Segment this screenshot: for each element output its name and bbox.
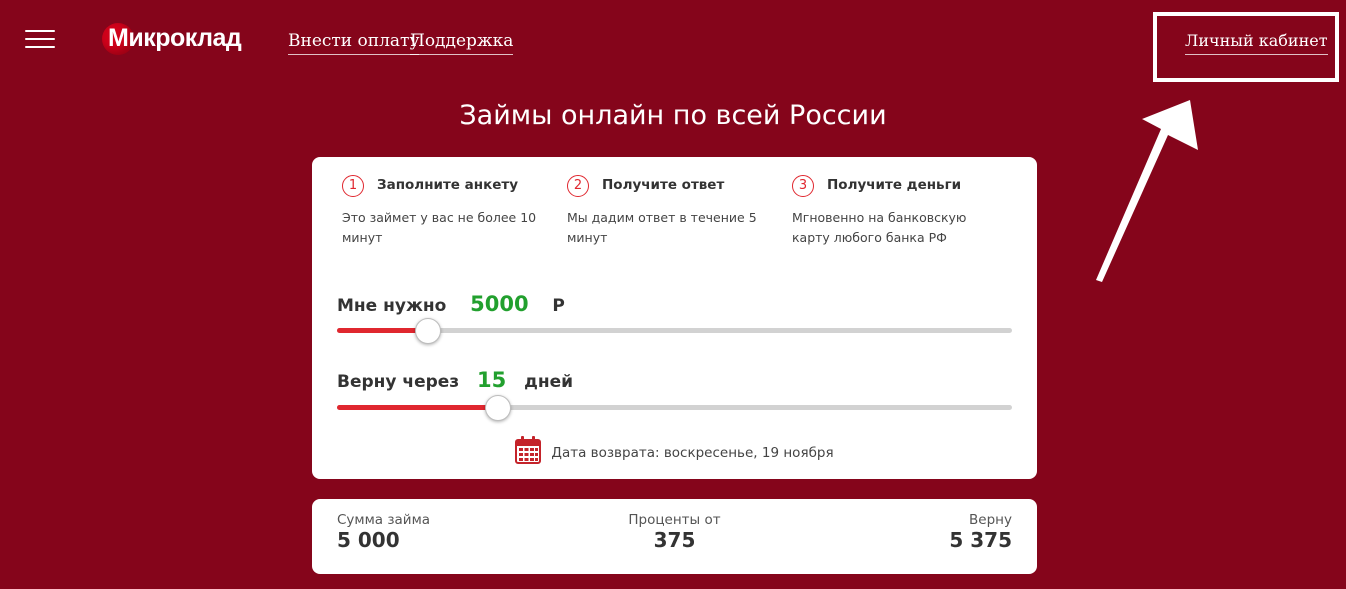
step-description: Мгновенно на банковскую карту любого бан… <box>792 210 967 245</box>
logo-text: Микроклад <box>108 24 242 52</box>
term-slider-handle[interactable] <box>484 395 511 421</box>
term-slider-fill <box>337 405 497 410</box>
amount-slider[interactable] <box>337 318 1012 344</box>
menu-icon[interactable] <box>25 30 55 48</box>
summary-return: Верну 5 375 <box>949 512 1012 552</box>
step-title: Заполните анкету <box>377 177 519 193</box>
summary-interest-value: 375 <box>653 528 696 552</box>
amount-currency: Р <box>552 296 565 316</box>
step-title: Получите деньги <box>827 177 962 193</box>
personal-cabinet-link[interactable]: Личный кабинет <box>1185 31 1328 55</box>
term-slider[interactable] <box>337 395 1012 421</box>
amount-label: Мне нужно 5000 Р <box>337 292 565 316</box>
page-title: Займы онлайн по всей России <box>459 100 887 131</box>
summary-interest: Проценты от 375 <box>312 512 1037 552</box>
summary-return-value: 5 375 <box>949 528 1012 552</box>
step-description: Мы дадим ответ в течение 5 минут <box>567 210 757 245</box>
loan-summary-card: Сумма займа 5 000 Проценты от 375 Верну … <box>312 499 1037 574</box>
nav-pay-link[interactable]: Внести оплату <box>288 31 420 55</box>
return-date-text: Дата возврата: воскресенье, 19 ноября <box>551 445 834 461</box>
step-title: Получите ответ <box>602 177 725 193</box>
term-label: Верну через 15 дней <box>337 368 573 392</box>
amount-value: 5000 <box>470 292 529 316</box>
nav-support-link[interactable]: Поддержка <box>410 31 514 55</box>
term-label-text: Верну через <box>337 372 460 392</box>
term-value: 15 <box>477 368 507 392</box>
term-unit: дней <box>524 372 574 392</box>
amount-label-text: Мне нужно <box>337 296 447 316</box>
summary-return-label: Верну <box>969 512 1012 528</box>
logo[interactable]: Микроклад <box>102 20 252 60</box>
step-number: 1 <box>342 175 364 197</box>
step-description: Это займет у вас не более 10 минут <box>342 210 537 245</box>
amount-slider-fill <box>337 328 427 333</box>
calendar-icon <box>515 436 542 464</box>
loan-calculator-card: 1 Заполните анкету Это займет у вас не б… <box>312 157 1037 479</box>
step-number: 3 <box>792 175 814 197</box>
summary-interest-label: Проценты от <box>628 512 721 528</box>
amount-slider-handle[interactable] <box>414 318 441 344</box>
return-date: Дата возврата: воскресенье, 19 ноября <box>312 436 1037 467</box>
step-number: 2 <box>567 175 589 197</box>
